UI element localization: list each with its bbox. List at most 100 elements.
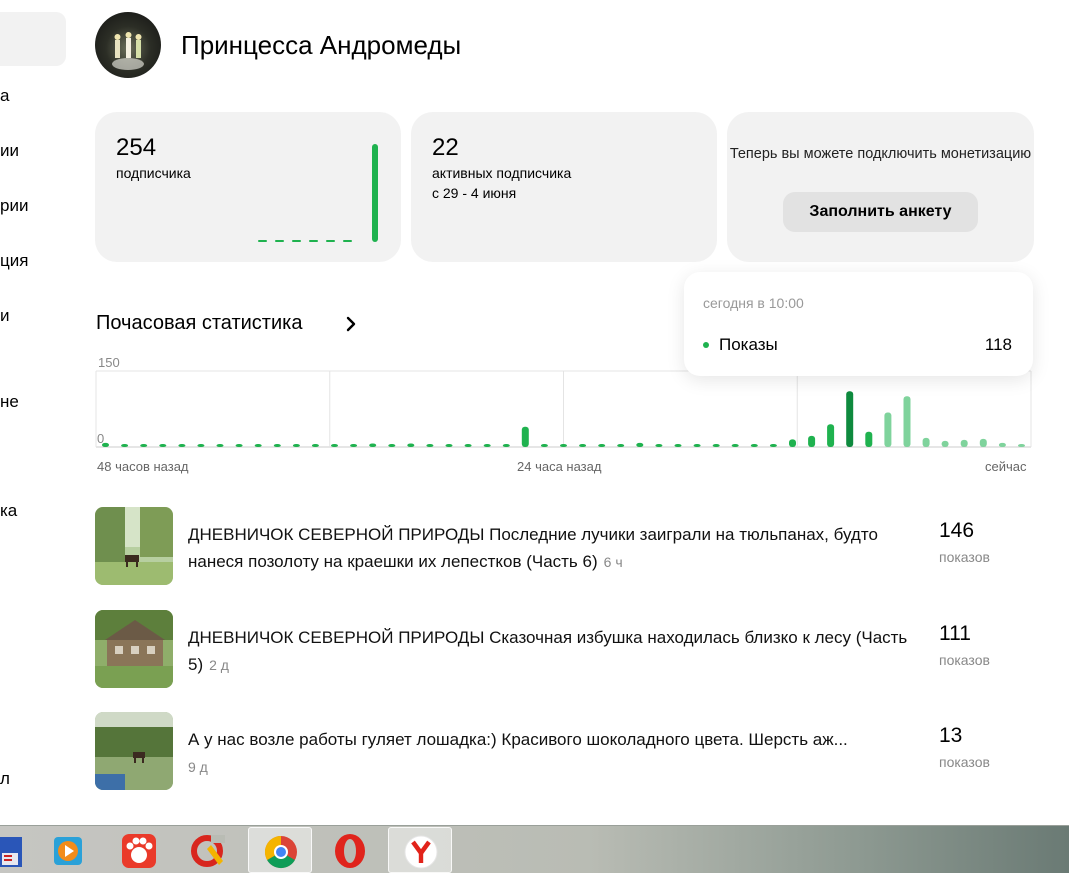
chart-bar[interactable]	[273, 444, 281, 447]
chart-bar[interactable]	[808, 435, 816, 447]
chart-bar[interactable]	[216, 444, 224, 447]
taskbar-save-app[interactable]	[0, 827, 34, 873]
sidebar-item[interactable]: и	[0, 306, 10, 326]
chevron-right-icon[interactable]	[343, 313, 363, 335]
chart-bar[interactable]	[884, 412, 892, 448]
post-title[interactable]: ДНЕВНИЧОК СЕВЕРНОЙ ПРИРОДЫ Последние луч…	[188, 521, 928, 576]
chart-bar[interactable]	[712, 444, 720, 447]
chart-bar[interactable]	[464, 444, 472, 447]
chart-bar[interactable]	[998, 442, 1006, 447]
chart-bar[interactable]	[311, 444, 319, 447]
chart-bar[interactable]	[140, 444, 148, 447]
chart-bar[interactable]	[178, 444, 186, 447]
chart-bar[interactable]	[445, 444, 453, 447]
post-item[interactable]: ДНЕВНИЧОК СЕВЕРНОЙ ПРИРОДЫ Сказочная изб…	[95, 610, 1015, 690]
chart-bar[interactable]	[865, 431, 873, 447]
legend-dot-icon	[703, 342, 709, 348]
chart-bar[interactable]	[617, 444, 625, 447]
chart-bar[interactable]	[693, 444, 701, 447]
taskbar-ok-app[interactable]	[107, 827, 171, 873]
chart-bar[interactable]	[197, 444, 205, 447]
chart-bar[interactable]	[407, 443, 415, 448]
sidebar: а ии рии ция и не ка л	[0, 0, 70, 825]
chart-bar[interactable]	[846, 391, 854, 447]
post-thumbnail[interactable]	[95, 507, 173, 585]
chart-bar[interactable]	[388, 444, 396, 447]
chart-bar[interactable]	[750, 444, 758, 447]
chart-bar[interactable]	[731, 444, 739, 447]
chart-bar[interactable]	[655, 444, 663, 447]
taskbar-ccleaner[interactable]	[177, 827, 241, 873]
chart-bar[interactable]	[579, 444, 587, 447]
chart-bar[interactable]	[903, 396, 911, 447]
chart-bar[interactable]	[674, 444, 682, 447]
post-thumbnail[interactable]	[95, 610, 173, 688]
sidebar-item[interactable]: ка	[0, 501, 17, 521]
chart-bar[interactable]	[560, 444, 567, 447]
chart-bar[interactable]	[1018, 444, 1025, 447]
chart-bar[interactable]	[292, 444, 300, 447]
sidebar-active-item[interactable]	[0, 12, 66, 66]
post-title[interactable]: ДНЕВНИЧОК СЕВЕРНОЙ ПРИРОДЫ Сказочная изб…	[188, 624, 928, 679]
chart-bar[interactable]	[769, 444, 777, 447]
subscribers-card[interactable]: 254 подписчика	[95, 112, 401, 262]
hourly-stats-title[interactable]: Почасовая статистика	[96, 312, 302, 335]
sidebar-item[interactable]: не	[0, 392, 19, 412]
chart-bar[interactable]	[483, 444, 491, 447]
post-thumbnail[interactable]	[95, 712, 173, 790]
sidebar-item[interactable]: ция	[0, 251, 28, 271]
chart-bar[interactable]	[121, 444, 129, 447]
taskbar-opera[interactable]	[318, 827, 382, 873]
taskbar-media-player[interactable]	[36, 827, 100, 873]
post-thumbnail-image	[95, 507, 173, 585]
sidebar-item[interactable]: ии	[0, 141, 19, 161]
avatar[interactable]	[95, 12, 161, 78]
fill-form-button[interactable]: Заполнить анкету	[783, 192, 978, 232]
sidebar-item[interactable]: рии	[0, 196, 28, 216]
post-title-text: А у нас возле работы гуляет лошадка:) Кр…	[188, 730, 848, 749]
media-player-icon	[54, 837, 82, 865]
chart-bar[interactable]	[540, 444, 548, 447]
post-age: 2 д	[209, 657, 229, 673]
chart-bar[interactable]	[235, 444, 243, 447]
chart-bar[interactable]	[960, 439, 968, 447]
post-views-unit: показов	[939, 754, 990, 770]
opera-icon	[335, 834, 365, 868]
chart-bar[interactable]	[789, 439, 796, 447]
chart-bar[interactable]	[521, 426, 529, 447]
chart-tooltip: сегодня в 10:00 Показы 118	[684, 272, 1033, 376]
avatar-image	[112, 32, 144, 70]
post-title[interactable]: А у нас возле работы гуляет лошадка:) Кр…	[188, 726, 928, 781]
chart-bar[interactable]	[827, 424, 835, 447]
sidebar-item[interactable]: л	[0, 769, 10, 789]
yandex-browser-icon	[404, 835, 438, 869]
post-item[interactable]: А у нас возле работы гуляет лошадка:) Кр…	[95, 712, 1015, 792]
chart-bar[interactable]	[350, 444, 358, 447]
chart-bar[interactable]	[598, 444, 606, 447]
windows-taskbar	[0, 825, 1069, 873]
taskbar-chrome[interactable]	[248, 827, 312, 873]
chart-bar[interactable]	[369, 443, 377, 448]
tooltip-time: сегодня в 10:00	[703, 295, 804, 311]
chart-bar[interactable]	[159, 444, 167, 447]
taskbar-yandex[interactable]	[388, 827, 452, 873]
chart-bar[interactable]	[426, 444, 434, 447]
x-axis-label-left: 48 часов назад	[97, 459, 189, 474]
chart-bar[interactable]	[102, 442, 109, 447]
post-views-unit: показов	[939, 549, 990, 565]
subscribers-label: подписчика	[116, 165, 191, 181]
chart-bar[interactable]	[254, 444, 262, 447]
sidebar-item[interactable]: а	[0, 86, 9, 106]
active-subscribers-period: с 29 - 4 июня	[432, 185, 517, 201]
active-subscribers-card[interactable]: 22 активных подписчика с 29 - 4 июня	[411, 112, 717, 262]
chart-bar[interactable]	[331, 444, 338, 447]
chart-bar[interactable]	[979, 438, 987, 447]
chart-bar[interactable]	[922, 437, 930, 447]
post-item[interactable]: ДНЕВНИЧОК СЕВЕРНОЙ ПРИРОДЫ Последние луч…	[95, 507, 1015, 587]
chart-bar[interactable]	[636, 442, 644, 447]
post-age: 6 ч	[603, 554, 623, 570]
post-thumbnail-image	[95, 610, 173, 688]
post-views-unit: показов	[939, 652, 990, 668]
chart-bar[interactable]	[502, 444, 510, 447]
chart-bar[interactable]	[941, 440, 949, 447]
